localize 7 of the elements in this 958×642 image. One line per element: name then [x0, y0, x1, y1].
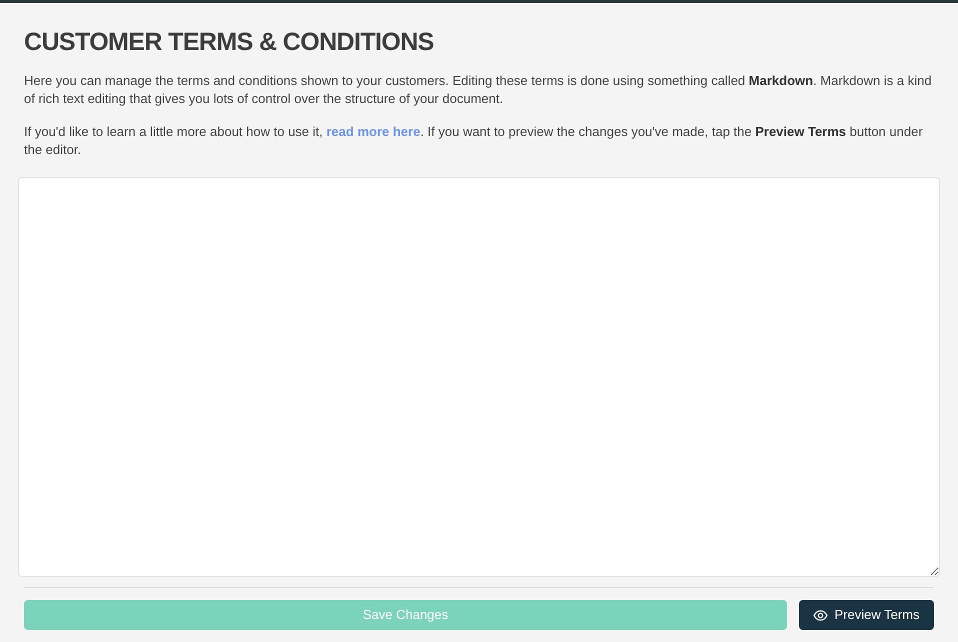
page-title: CUSTOMER TERMS & CONDITIONS [24, 28, 435, 57]
eye-icon [813, 610, 828, 620]
editor-field[interactable] [18, 177, 940, 577]
intro-paragraph: If you'd like to learn a little more about how to use it, read more here. If you want to preview the changes you've made, tap the Preview Terms button under the editor. [24, 123, 924, 159]
read-more-link[interactable]: read more here [326, 124, 420, 139]
intro-paragraph: Here you can manage the terms and conditions shown to your customers. Editing these terms is done using something called Markdown. Markdown is a kind of rich text editing that gives you lots of control over the structure of your document. [24, 72, 933, 108]
preview-terms-button[interactable]: Preview Terms [799, 600, 934, 630]
